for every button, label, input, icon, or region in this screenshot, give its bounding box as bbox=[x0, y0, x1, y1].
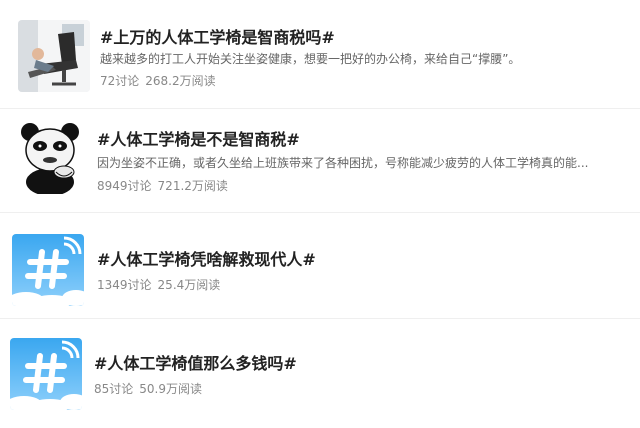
read-count: 50.9万阅读 bbox=[139, 382, 203, 396]
divider bbox=[0, 318, 640, 319]
topic-description: 越来越多的打工人开始关注坐姿健康，想要一把好的办公椅，来给自己“撑腰”。 bbox=[100, 52, 521, 66]
read-count: 25.4万阅读 bbox=[157, 278, 221, 292]
topic-thumbnail-office-chair[interactable] bbox=[18, 20, 90, 92]
read-count: 721.2万阅读 bbox=[157, 179, 228, 193]
hashtag-icon bbox=[12, 234, 84, 306]
topic-list: #上万的人体工学椅是智商税吗# 越来越多的打工人开始关注坐姿健康，想要一把好的办… bbox=[0, 0, 640, 428]
topic-stats: 72讨论 268.2万阅读 bbox=[100, 72, 222, 89]
topic-stats: 85讨论 50.9万阅读 bbox=[94, 380, 208, 397]
topic-thumbnail-hashtag[interactable] bbox=[10, 338, 82, 410]
topic-stats: 8949讨论 721.2万阅读 bbox=[97, 177, 234, 194]
divider bbox=[0, 212, 640, 213]
read-count: 268.2万阅读 bbox=[145, 74, 216, 88]
discussion-count: 1349讨论 bbox=[97, 278, 152, 292]
topic-title[interactable]: #人体工学椅是不是智商税# bbox=[97, 126, 300, 150]
office-chair-photo-icon bbox=[18, 20, 90, 92]
topic-description: 因为坐姿不正确，或者久坐给上班族带来了各种困扰，号称能减少疲劳的人体工学椅真的能… bbox=[97, 156, 589, 170]
topic-title[interactable]: #人体工学椅值那么多钱吗# bbox=[94, 350, 297, 374]
topic-thumbnail-hashtag[interactable] bbox=[12, 234, 84, 306]
panda-meme-icon bbox=[14, 122, 86, 194]
discussion-count: 85讨论 bbox=[94, 382, 134, 396]
discussion-count: 72讨论 bbox=[100, 74, 140, 88]
hashtag-icon bbox=[10, 338, 82, 410]
topic-title[interactable]: #上万的人体工学椅是智商税吗# bbox=[100, 24, 335, 48]
topic-title[interactable]: #人体工学椅凭啥解救现代人# bbox=[97, 246, 316, 270]
divider bbox=[0, 108, 640, 109]
discussion-count: 8949讨论 bbox=[97, 179, 152, 193]
topic-thumbnail-panda-meme[interactable] bbox=[14, 122, 86, 194]
topic-stats: 1349讨论 25.4万阅读 bbox=[97, 276, 226, 293]
